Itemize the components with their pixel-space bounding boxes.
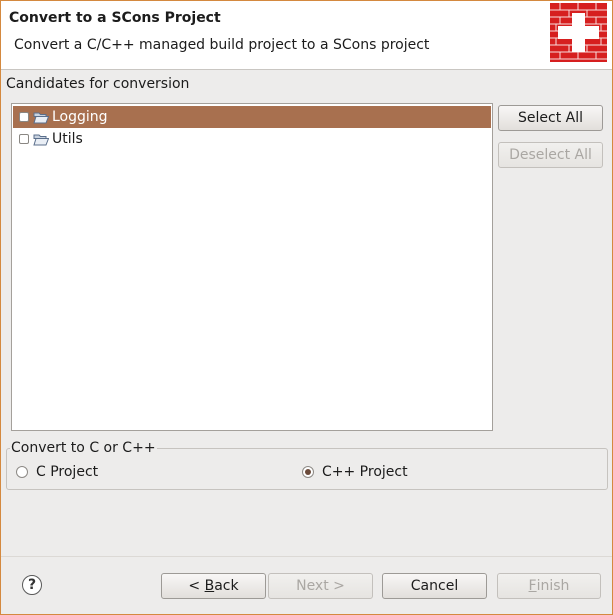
c-project-label: C Project <box>36 464 99 480</box>
scons-logo-icon <box>550 3 607 62</box>
utils-checkbox[interactable] <box>19 134 29 144</box>
folder-open-icon <box>33 134 49 145</box>
finish-button[interactable]: Finish <box>497 573 601 599</box>
back-mnemonic: B <box>204 578 215 594</box>
logging-checkbox[interactable] <box>19 112 29 122</box>
tree-item-utils[interactable]: Utils <box>13 128 491 150</box>
wizard-header: Convert to a SCons Project Convert a C/C… <box>1 1 612 70</box>
tree-item-label: Logging <box>52 109 108 125</box>
folder-open-icon <box>33 112 49 123</box>
candidates-label: Candidates for conversion <box>6 76 190 92</box>
cpp-project-label: C++ Project <box>322 464 408 480</box>
finish-rest: inish <box>536 578 570 594</box>
deselect-all-button[interactable]: Deselect All <box>498 142 603 168</box>
candidates-tree[interactable]: Logging Utils <box>11 103 493 431</box>
cpp-project-option[interactable]: C++ Project <box>302 464 408 480</box>
cpp-project-radio[interactable] <box>302 466 314 478</box>
tree-item-label: Utils <box>52 131 83 147</box>
wizard-title: Convert to a SCons Project <box>9 10 221 26</box>
c-project-radio[interactable] <box>16 466 28 478</box>
back-prefix: < <box>188 578 205 594</box>
tree-item-logging[interactable]: Logging <box>13 106 491 128</box>
cancel-button[interactable]: Cancel <box>382 573 487 599</box>
back-button[interactable]: < Back <box>161 573 266 599</box>
finish-mnemonic: F <box>528 578 537 594</box>
next-button[interactable]: Next > <box>268 573 373 599</box>
wizard-description: Convert a C/C++ managed build project to… <box>14 37 430 53</box>
footer-separator <box>1 556 612 557</box>
help-icon[interactable]: ? <box>22 575 42 595</box>
back-rest: ack <box>214 578 239 594</box>
c-project-option[interactable]: C Project <box>16 464 98 480</box>
language-group-legend: Convert to C or C++ <box>10 440 157 456</box>
select-all-button[interactable]: Select All <box>498 105 603 131</box>
